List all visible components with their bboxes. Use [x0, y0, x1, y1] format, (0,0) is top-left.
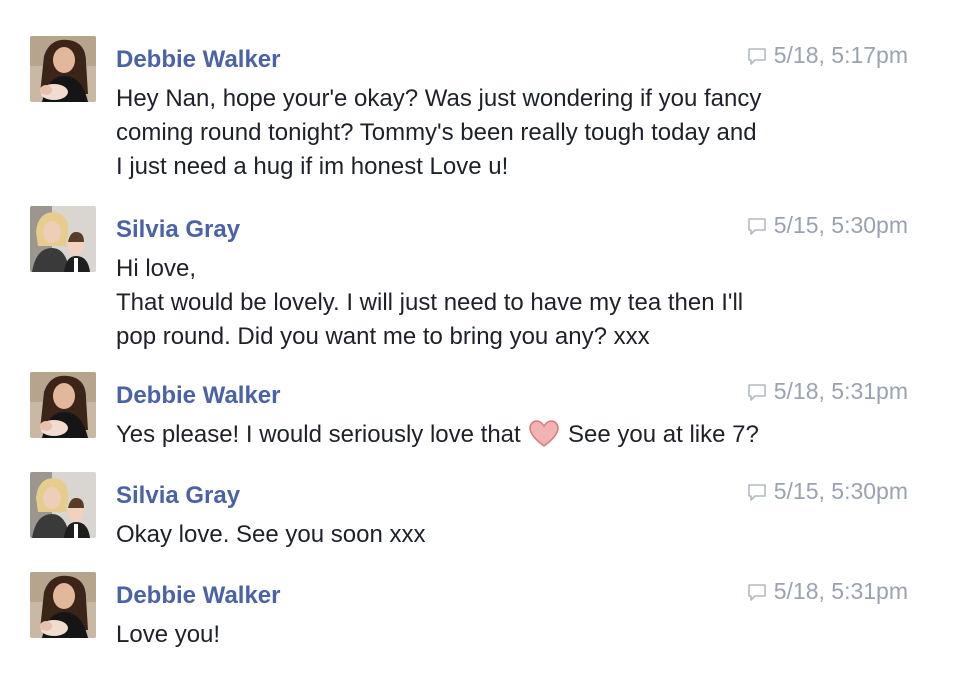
- timestamp-text: 5/18, 5:31pm: [773, 378, 908, 404]
- message-body: Hi love, That would be lovely. I will ju…: [116, 252, 836, 354]
- chat-bubble-icon: [747, 383, 766, 401]
- heart-icon: [529, 420, 560, 447]
- sender-name[interactable]: Silvia Gray: [116, 482, 240, 510]
- avatar-photo: [30, 206, 96, 272]
- chat-bubble-icon: [747, 217, 766, 235]
- avatar-photo: [30, 472, 96, 538]
- message-timestamp: 5/18, 5:31pm: [746, 578, 908, 605]
- message-timestamp: 5/18, 5:17pm: [746, 42, 908, 69]
- silvia-gray-avatar[interactable]: [30, 472, 96, 538]
- message-timestamp: 5/15, 5:30pm: [746, 478, 908, 505]
- message-body: Hey Nan, hope your'e okay? Was just wond…: [116, 82, 836, 184]
- message-body: Okay love. See you soon xxx: [116, 518, 836, 552]
- message-thread: Debbie Walker 5/18, 5:17pm Hey Nan, hope…: [0, 0, 955, 691]
- timestamp-text: 5/18, 5:17pm: [773, 42, 908, 68]
- message-line: Hey Nan, hope your'e okay? Was just wond…: [116, 85, 762, 112]
- sender-name[interactable]: Debbie Walker: [116, 46, 281, 74]
- message-text: See you at like 7?: [568, 421, 759, 448]
- timestamp-text: 5/15, 5:30pm: [773, 212, 908, 238]
- chat-bubble-icon: [747, 583, 766, 601]
- message-line: coming round tonight? Tommy's been reall…: [116, 119, 757, 146]
- chat-bubble-icon: [747, 47, 766, 65]
- debbie-walker-avatar[interactable]: [30, 372, 96, 438]
- timestamp-text: 5/18, 5:31pm: [773, 578, 908, 604]
- message-line: Love you!: [116, 621, 221, 648]
- message-body: Yes please! I would seriously love that …: [116, 418, 836, 452]
- message-timestamp: 5/15, 5:30pm: [746, 212, 908, 239]
- sender-name[interactable]: Silvia Gray: [116, 216, 240, 244]
- chat-bubble-icon: [747, 483, 766, 501]
- debbie-walker-avatar[interactable]: [30, 572, 96, 638]
- avatar-photo: [30, 372, 96, 438]
- message-line: Hi love,: [116, 255, 197, 282]
- debbie-walker-avatar[interactable]: [30, 36, 96, 102]
- avatar-photo: [30, 572, 96, 638]
- message-line: That would be lovely. I will just need t…: [116, 289, 744, 316]
- message-text: Yes please! I would seriously love that: [116, 421, 521, 448]
- sender-name[interactable]: Debbie Walker: [116, 582, 281, 610]
- message-line: Yes please! I would seriously love that …: [116, 418, 836, 452]
- sender-name[interactable]: Debbie Walker: [116, 382, 281, 410]
- timestamp-text: 5/15, 5:30pm: [773, 478, 908, 504]
- message-line: Okay love. See you soon xxx: [116, 521, 426, 548]
- avatar-photo: [30, 36, 96, 102]
- message-line: pop round. Did you want me to bring you …: [116, 323, 650, 350]
- message-timestamp: 5/18, 5:31pm: [746, 378, 908, 405]
- message-line: I just need a hug if im honest Love u!: [116, 153, 509, 180]
- message-body: Love you!: [116, 618, 836, 652]
- silvia-gray-avatar[interactable]: [30, 206, 96, 272]
